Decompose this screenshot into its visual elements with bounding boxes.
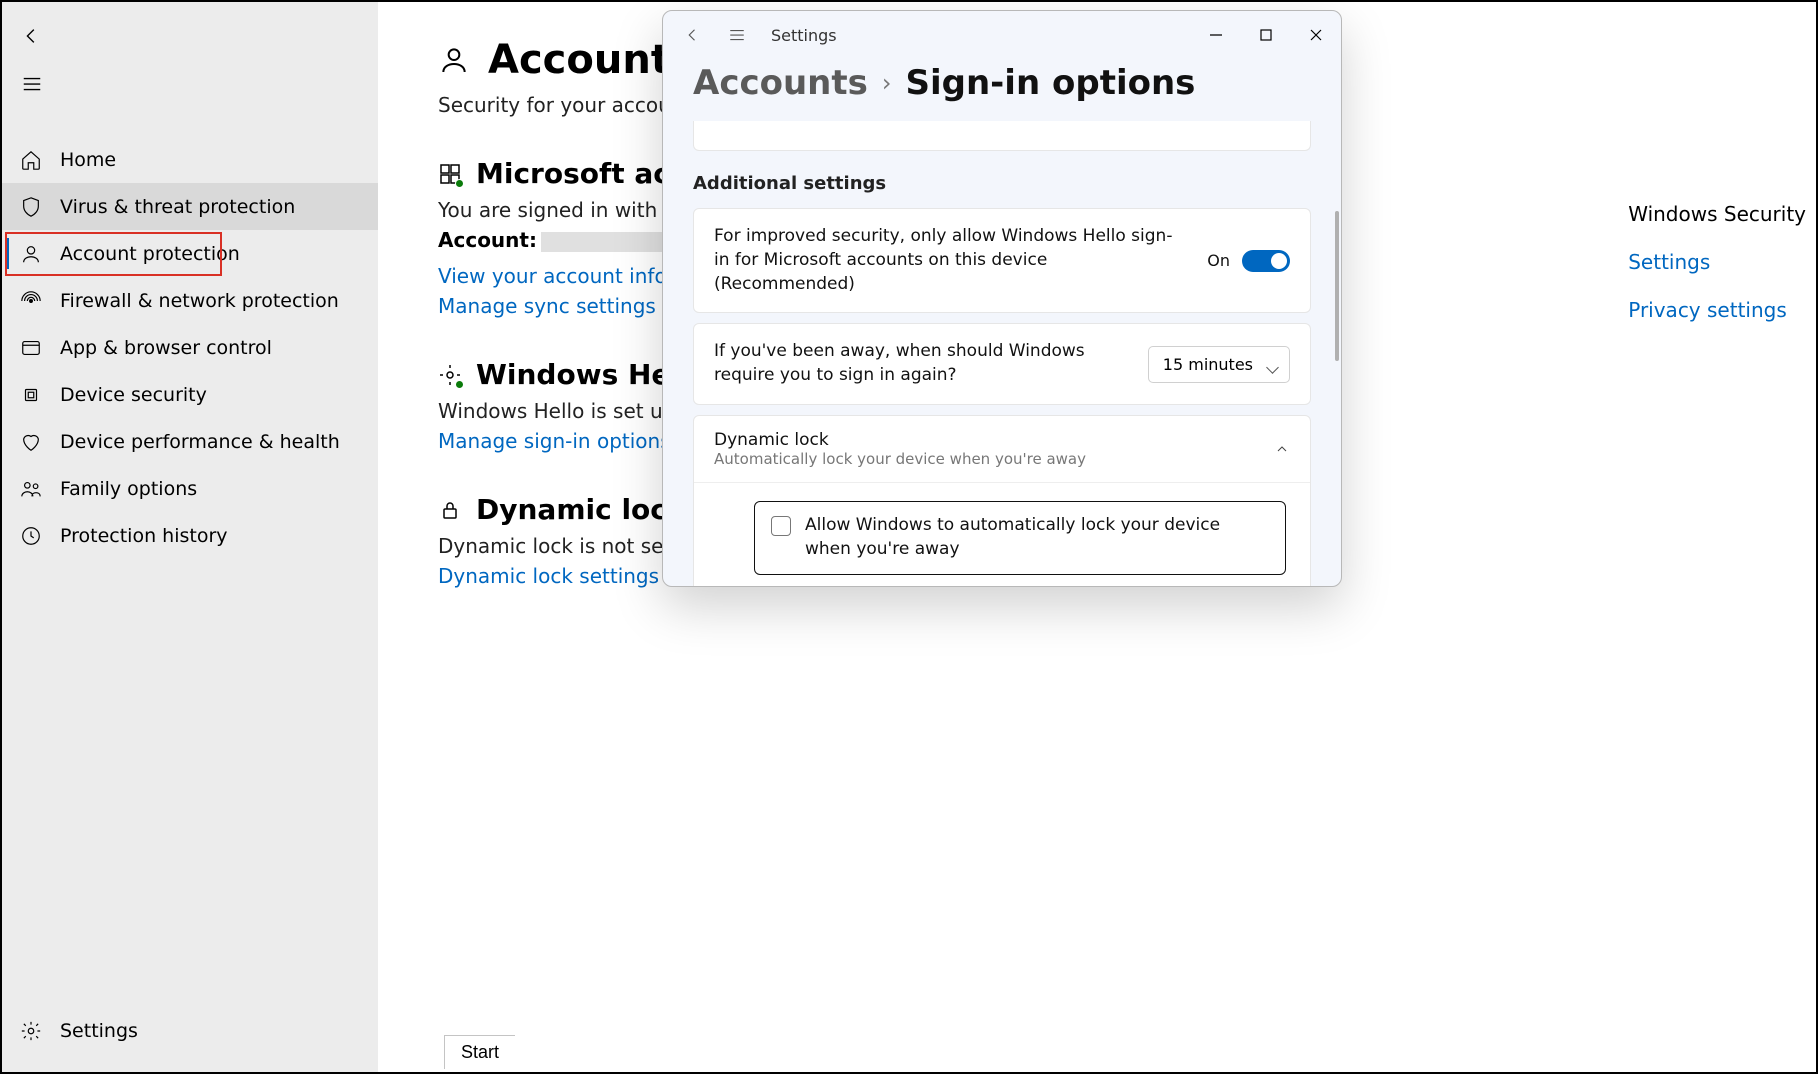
checkbox-icon[interactable] xyxy=(771,516,791,536)
breadcrumb-current: Sign-in options xyxy=(906,63,1196,103)
network-icon xyxy=(20,290,42,312)
side-link-settings[interactable]: Settings xyxy=(1628,250,1806,274)
sidebar-item-device[interactable]: Device security xyxy=(2,371,378,418)
sidebar-item-history[interactable]: Protection history xyxy=(2,512,378,559)
scrollbar-thumb[interactable] xyxy=(1335,211,1339,361)
shield-icon xyxy=(20,196,42,218)
sidebar-item-firewall[interactable]: Firewall & network protection xyxy=(2,277,378,324)
sidebar-item-home[interactable]: Home xyxy=(2,136,378,183)
settings-window: Settings Accounts › Sign-in options Addi… xyxy=(662,10,1342,587)
card-hello-only: For improved security, only allow Window… xyxy=(693,208,1311,313)
chevron-up-icon xyxy=(1274,441,1290,457)
dynamic-lock-body: Allow Windows to automatically lock your… xyxy=(694,482,1310,586)
minimize-button[interactable] xyxy=(1191,15,1241,55)
select-timeout[interactable]: 15 minutes xyxy=(1148,346,1290,383)
right-side-panel: Windows Security Settings Privacy settin… xyxy=(1628,202,1806,322)
hamburger-button[interactable] xyxy=(8,60,56,108)
window-icon xyxy=(20,337,42,359)
gear-icon xyxy=(20,1020,42,1042)
sidebar-label: Virus & threat protection xyxy=(60,196,295,218)
person-icon xyxy=(438,44,470,76)
chip-icon xyxy=(20,384,42,406)
sidebar-label: Device performance & health xyxy=(60,431,340,453)
lock-icon xyxy=(438,498,462,522)
sidebar-item-appbrowser[interactable]: App & browser control xyxy=(2,324,378,371)
section-heading: Dynamic lock xyxy=(476,493,686,526)
sidebar-label: Family options xyxy=(60,478,197,500)
close-button[interactable] xyxy=(1291,15,1341,55)
sidebar-item-settings[interactable]: Settings xyxy=(2,1007,378,1054)
security-nav: Home Virus & threat protection Account p… xyxy=(2,136,378,559)
side-text: Windows Security xyxy=(1628,202,1806,226)
security-sidebar: Home Virus & threat protection Account p… xyxy=(2,2,378,1072)
sidebar-label: Home xyxy=(60,149,116,171)
card-text: For improved security, only allow Window… xyxy=(714,225,1187,296)
sidebar-label: Firewall & network protection xyxy=(60,290,339,312)
person-icon xyxy=(20,243,42,265)
start-button[interactable]: Start xyxy=(444,1035,515,1069)
card-partial-top xyxy=(693,121,1311,151)
sidebar-item-performance[interactable]: Device performance & health xyxy=(2,418,378,465)
sidebar-label: App & browser control xyxy=(60,337,272,359)
breadcrumb: Accounts › Sign-in options xyxy=(663,59,1341,121)
chevron-right-icon: › xyxy=(882,69,892,97)
card-dynamic-lock: Dynamic lock Automatically lock your dev… xyxy=(693,415,1311,586)
sidebar-label: Device security xyxy=(60,384,207,406)
sidebar-item-virus[interactable]: Virus & threat protection xyxy=(2,183,378,230)
toggle-state-label: On xyxy=(1207,251,1230,270)
dynamic-lock-title: Dynamic lock xyxy=(714,430,1274,450)
back-button[interactable] xyxy=(8,12,56,60)
settings-body: Additional settings For improved securit… xyxy=(663,121,1341,586)
home-icon xyxy=(20,149,42,171)
hello-icon xyxy=(438,363,462,387)
card-signin-timeout: If you've been away, when should Windows… xyxy=(693,323,1311,405)
history-icon xyxy=(20,525,42,547)
toggle-hello-signin[interactable] xyxy=(1242,250,1290,272)
select-value: 15 minutes xyxy=(1163,355,1253,374)
settings-titlebar[interactable]: Settings xyxy=(663,11,1341,59)
dynamic-lock-header[interactable]: Dynamic lock Automatically lock your dev… xyxy=(694,416,1310,482)
settings-back-button[interactable] xyxy=(671,13,715,57)
sidebar-item-family[interactable]: Family options xyxy=(2,465,378,512)
dynamic-lock-subtitle: Automatically lock your device when you'… xyxy=(714,450,1274,468)
sidebar-item-account[interactable]: Account protection xyxy=(2,230,378,277)
sidebar-label: Protection history xyxy=(60,525,228,547)
sidebar-label: Settings xyxy=(60,1020,138,1042)
side-link-privacy[interactable]: Privacy settings xyxy=(1628,298,1806,322)
checkbox-auto-lock[interactable]: Allow Windows to automatically lock your… xyxy=(754,501,1286,575)
maximize-button[interactable] xyxy=(1241,15,1291,55)
settings-app-title: Settings xyxy=(771,26,837,45)
sidebar-label: Account protection xyxy=(60,243,240,265)
checkbox-label: Allow Windows to automatically lock your… xyxy=(805,514,1269,562)
card-text: If you've been away, when should Windows… xyxy=(714,340,1128,388)
section-heading-additional: Additional settings xyxy=(693,173,1311,194)
heart-icon xyxy=(20,431,42,453)
settings-hamburger-button[interactable] xyxy=(715,13,759,57)
ms-logo-icon xyxy=(438,162,462,186)
breadcrumb-parent[interactable]: Accounts xyxy=(693,63,868,103)
people-icon xyxy=(20,478,42,500)
